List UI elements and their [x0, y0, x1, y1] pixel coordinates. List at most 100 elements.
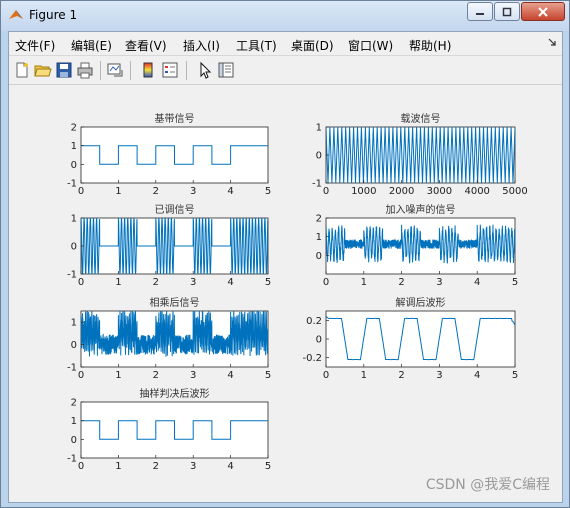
x-tick-label: 5 — [512, 277, 518, 288]
y-tick-label: -1 — [67, 270, 77, 281]
x-tick-label: 2 — [153, 277, 159, 288]
minimize-button[interactable] — [467, 2, 493, 21]
x-tick-label: 2000 — [389, 186, 414, 197]
menu-bar: 文件(F) 编辑(E) 查看(V) 插入(I) 工具(T) 桌面(D) 窗口(W… — [9, 32, 562, 56]
toolbar-separator — [100, 61, 101, 80]
y-tick-label: 1 — [71, 141, 77, 152]
y-tick-label: 2 — [71, 123, 77, 134]
menu-help[interactable]: 帮助(H) — [409, 37, 451, 54]
y-tick-label: 0 — [71, 435, 77, 446]
axes-title: 载波信号 — [401, 112, 441, 125]
x-tick-label: 5 — [265, 461, 271, 472]
subplot-1: 基带信号0 1 2 3 4 5-1012 — [67, 112, 271, 197]
x-tick-label: 5 — [265, 186, 271, 197]
insert-legend-icon[interactable] — [161, 61, 179, 79]
x-tick-label: 2 — [153, 370, 159, 381]
x-tick-label: 3 — [190, 370, 196, 381]
menu-insert[interactable]: 插入(I) — [183, 37, 220, 54]
insert-colorbar-icon[interactable] — [139, 61, 157, 79]
x-tick-label: 4 — [474, 370, 480, 381]
y-tick-label: -1 — [67, 179, 77, 190]
x-tick-label: 2 — [398, 277, 404, 288]
x-tick-label: 3 — [190, 277, 196, 288]
x-tick-label: 1 — [115, 370, 121, 381]
x-tick-label: 0 — [78, 186, 84, 197]
x-tick-label: 4 — [227, 186, 233, 197]
subplot-6: 解调后波形0 1 2 3 4 5-0.200.2 — [302, 296, 518, 381]
menu-desktop[interactable]: 桌面(D) — [291, 37, 334, 54]
save-icon[interactable] — [55, 61, 73, 79]
minimize-icon — [476, 12, 484, 15]
y-tick-label: 2 — [316, 214, 322, 225]
x-tick-label: 1 — [361, 277, 367, 288]
maximize-icon — [502, 7, 512, 16]
subplot-7: 抽样判决后波形0 1 2 3 4 5-1012 — [67, 387, 271, 472]
x-tick-label: 4 — [227, 370, 233, 381]
subplot-2: 载波信号0 1000 2000 3000 4000 5000-101 — [312, 112, 528, 197]
open-icon[interactable] — [34, 61, 52, 79]
maximize-button[interactable] — [494, 2, 520, 21]
x-tick-label: 0 — [323, 370, 329, 381]
x-tick-label: 2 — [153, 186, 159, 197]
x-tick-label: 4 — [474, 277, 480, 288]
menu-window[interactable]: 窗口(W) — [348, 37, 393, 54]
figure-client: 文件(F) 编辑(E) 查看(V) 插入(I) 工具(T) 桌面(D) 窗口(W… — [8, 31, 563, 503]
y-tick-label: 1 — [71, 416, 77, 427]
y-tick-label: 1 — [71, 318, 77, 329]
x-tick-label: 1 — [115, 186, 121, 197]
x-tick-label: 3000 — [427, 186, 452, 197]
close-icon — [538, 6, 548, 17]
axes-title: 基带信号 — [155, 112, 195, 125]
dock-arrow-icon[interactable] — [548, 38, 556, 46]
y-tick-label: 1 — [316, 232, 322, 243]
y-tick-label: 0 — [71, 242, 77, 253]
axes-title: 抽样判决后波形 — [140, 387, 210, 400]
close-button[interactable] — [521, 2, 565, 21]
x-tick-label: 0 — [78, 277, 84, 288]
edit-plot-arrow-icon[interactable] — [196, 61, 214, 79]
y-tick-label: -1 — [67, 363, 77, 374]
y-tick-label: 1 — [316, 123, 322, 134]
x-tick-label: 2 — [398, 370, 404, 381]
y-tick-label: 0.2 — [306, 316, 322, 327]
x-tick-label: 5000 — [502, 186, 527, 197]
menu-view[interactable]: 查看(V) — [125, 37, 167, 54]
x-tick-label: 2 — [153, 461, 159, 472]
y-tick-label: 1 — [71, 214, 77, 225]
title-bar[interactable]: Figure 1 — [1, 1, 569, 31]
y-tick-label: -1 — [312, 179, 322, 190]
figure-window: Figure 1 文件(F) 编辑(E) 查看(V) 插入(I) 工具(T) 桌… — [0, 0, 570, 508]
toolbar-separator — [130, 61, 131, 80]
menu-file[interactable]: 文件(F) — [15, 37, 55, 54]
axes-title: 加入噪声的信号 — [386, 203, 456, 216]
x-tick-label: 5 — [265, 277, 271, 288]
x-tick-label: 4 — [227, 277, 233, 288]
print-icon[interactable] — [76, 61, 94, 79]
x-tick-label: 1000 — [351, 186, 376, 197]
property-inspector-icon[interactable] — [217, 61, 235, 79]
axes-title: 解调后波形 — [396, 296, 446, 309]
new-figure-icon[interactable] — [13, 61, 31, 79]
x-tick-label: 5 — [512, 370, 518, 381]
y-tick-label: 2 — [71, 398, 77, 409]
subplot-4: 加入噪声的信号 0 1 2 3 4 5 0 1 2 — [316, 203, 519, 288]
watermark-text: CSDN @我爱C编程 — [425, 477, 550, 493]
x-tick-label: 3 — [436, 370, 442, 381]
x-tick-label: 5 — [265, 370, 271, 381]
y-tick-label: 0 — [71, 340, 77, 351]
x-tick-label: 1 — [115, 461, 121, 472]
x-tick-label: 1 — [115, 277, 121, 288]
y-tick-label: -0.2 — [302, 353, 322, 364]
x-tick-label: 0 — [78, 461, 84, 472]
x-tick-label: 3 — [190, 461, 196, 472]
y-tick-label: 0 — [316, 251, 322, 262]
y-tick-label: 0 — [316, 151, 322, 162]
x-tick-label: 3 — [436, 277, 442, 288]
subplot-3: 已调信号0 1 2 3 4 5-101 — [67, 204, 271, 288]
matlab-icon — [9, 10, 23, 19]
axes-title: 相乘后信号 — [150, 296, 200, 309]
link-plot-icon[interactable] — [106, 61, 124, 79]
x-tick-label: 4 — [227, 461, 233, 472]
menu-tools[interactable]: 工具(T) — [236, 37, 277, 54]
menu-edit[interactable]: 编辑(E) — [71, 37, 112, 54]
